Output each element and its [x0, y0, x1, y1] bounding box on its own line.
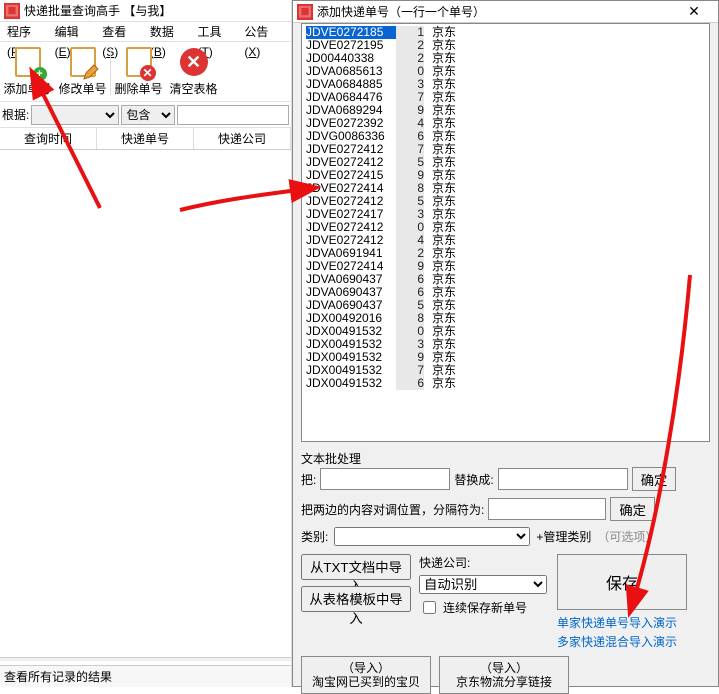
- menu-view[interactable]: 查看(S): [99, 22, 145, 41]
- title-bar: 快递批量查询高手 【与我】: [0, 0, 291, 22]
- category-label: 类别:: [301, 528, 328, 545]
- category-select[interactable]: [334, 527, 530, 546]
- splitter[interactable]: [0, 657, 291, 661]
- filter-label: 根据:: [2, 106, 29, 123]
- replace-to-input[interactable]: [498, 468, 628, 490]
- demo-single-link[interactable]: 单家快递单号导入演示: [557, 614, 687, 631]
- menu-bar: 程序(P) 编辑(E) 查看(S) 数据(B) 工具(T) 公告(X): [0, 22, 291, 42]
- swap-confirm-button[interactable]: 确定: [610, 497, 655, 521]
- col-courier[interactable]: 快递公司: [194, 128, 291, 149]
- continuous-save-input[interactable]: [423, 601, 436, 614]
- clear-icon: ✕: [180, 48, 208, 76]
- filter-text-input[interactable]: [177, 105, 289, 125]
- replace-to-label: 替换成:: [454, 471, 493, 488]
- status-bar: 查看所有记录的结果: [0, 665, 291, 687]
- courier-select[interactable]: 自动识别: [419, 575, 547, 594]
- clear-table-button[interactable]: ✕ 清空表格: [166, 42, 221, 101]
- demo-multi-link[interactable]: 多家快递混合导入演示: [557, 633, 687, 650]
- manage-category-link[interactable]: +管理类别: [536, 528, 591, 545]
- save-button[interactable]: 保存: [557, 554, 687, 610]
- filter-row: 根据: 包含: [0, 102, 291, 128]
- replace-from-input[interactable]: [320, 468, 450, 490]
- swap-label: 把两边的内容对调位置，分隔符为:: [301, 501, 484, 518]
- tracking-list[interactable]: JDVE02721851京东JDVE02721952京东JD004403382京…: [301, 23, 710, 442]
- import-taobao-button[interactable]: （导入） 淘宝网已买到的宝贝: [301, 656, 431, 694]
- swap-delim-input[interactable]: [488, 498, 606, 520]
- table-header: 查询时间 快递单号 快递公司: [0, 128, 291, 150]
- continuous-save-checkbox[interactable]: 连续保存新单号: [419, 598, 549, 617]
- window-title: 快递批量查询高手 【与我】: [24, 0, 171, 22]
- dialog-title-bar: 添加快递单号（一行一个单号） ✕: [293, 1, 718, 23]
- add-tracking-dialog: 添加快递单号（一行一个单号） ✕ JDVE02721851京东JDVE02721…: [292, 0, 719, 687]
- table-body: [0, 150, 291, 659]
- menu-program[interactable]: 程序(P): [4, 22, 50, 41]
- import-jd-button[interactable]: （导入） 京东物流分享链接: [439, 656, 569, 694]
- close-icon[interactable]: ✕: [674, 3, 714, 20]
- replace-from-label: 把:: [301, 471, 316, 488]
- plus-icon: +: [33, 67, 47, 81]
- dialog-title: 添加快递单号（一行一个单号）: [317, 3, 485, 20]
- menu-tools[interactable]: 工具(T): [194, 22, 239, 41]
- delete-icon: ✕: [140, 65, 156, 81]
- col-query-time[interactable]: 查询时间: [0, 128, 97, 149]
- main-window: 快递批量查询高手 【与我】 程序(P) 编辑(E) 查看(S) 数据(B) 工具…: [0, 0, 292, 687]
- list-item[interactable]: JDX004915326京东: [306, 377, 705, 390]
- import-txt-button[interactable]: 从TXT文档中导入: [301, 554, 411, 580]
- col-tracking-no[interactable]: 快递单号: [97, 128, 194, 149]
- menu-edit[interactable]: 编辑(E): [52, 22, 98, 41]
- filter-field-select[interactable]: [31, 105, 119, 125]
- import-template-button[interactable]: 从表格模板中导入: [301, 586, 411, 612]
- menu-data[interactable]: 数据(B): [147, 22, 193, 41]
- delete-number-button[interactable]: ✕ 删除单号: [111, 42, 166, 101]
- dialog-icon: [297, 4, 313, 20]
- optional-hint: （可选项）: [597, 528, 657, 545]
- add-number-button[interactable]: + 添加单号: [0, 42, 55, 101]
- replace-confirm-button[interactable]: 确定: [632, 467, 677, 491]
- pencil-icon: [82, 63, 100, 81]
- courier-label: 快递公司:: [419, 554, 470, 571]
- batch-section-title: 文本批处理: [301, 450, 361, 467]
- app-icon: [4, 3, 20, 19]
- filter-op-select[interactable]: 包含: [121, 105, 175, 125]
- menu-notice[interactable]: 公告(X): [241, 22, 287, 41]
- edit-number-button[interactable]: 修改单号: [55, 42, 110, 101]
